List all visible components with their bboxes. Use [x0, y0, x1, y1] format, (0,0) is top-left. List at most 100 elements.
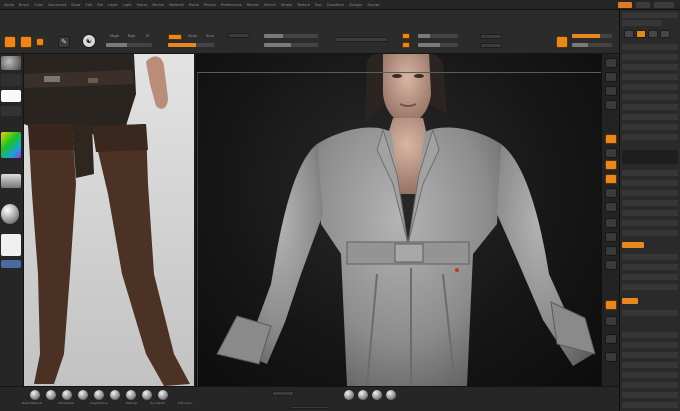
rgb-intensity-slider[interactable]	[106, 43, 152, 47]
subtool-item-1[interactable]	[622, 44, 678, 50]
menu-item-transform[interactable]: Transform	[327, 3, 344, 7]
persp-toggle[interactable]	[402, 33, 410, 39]
material-ball-3[interactable]	[62, 390, 72, 400]
frame-button[interactable]	[605, 218, 617, 228]
default-zscript-button[interactable]	[636, 1, 650, 8]
menu-item-zplugin[interactable]: Zplugin	[349, 3, 362, 7]
geometry-options-row-7[interactable]	[622, 264, 678, 270]
brush-ball-1[interactable]	[344, 390, 354, 400]
zcut-toggle[interactable]: Zcut	[206, 34, 214, 38]
geometry-level-row[interactable]	[622, 180, 678, 186]
menu-item-document[interactable]: Document	[48, 3, 66, 7]
subtool-item-5[interactable]	[622, 84, 678, 90]
aahalf-button[interactable]	[605, 148, 617, 158]
rotate-button[interactable]	[605, 260, 617, 270]
material-ball-9[interactable]	[158, 390, 168, 400]
subtool-item-3[interactable]	[622, 64, 678, 70]
menu-item-picture[interactable]: Picture	[204, 3, 216, 7]
menu-item-light[interactable]: Light	[123, 3, 132, 7]
zoom-button[interactable]	[605, 100, 617, 110]
subtool-header[interactable]	[622, 20, 662, 26]
subtool-list-slider[interactable]	[622, 150, 678, 164]
subtool-item-6[interactable]	[622, 94, 678, 100]
switch-color-button[interactable]	[1, 260, 21, 268]
tool-palette-header[interactable]	[622, 12, 678, 18]
menu-item-color[interactable]: Color	[34, 3, 43, 7]
mesh-field[interactable]	[480, 43, 502, 48]
subtool-field[interactable]	[480, 34, 502, 39]
bpr-button[interactable]	[605, 58, 617, 68]
subtool-item-9[interactable]	[622, 124, 678, 130]
material-ball-5[interactable]	[94, 390, 104, 400]
gradient-swatch[interactable]	[1, 174, 21, 188]
tool-subpalette-fibermesh[interactable]	[622, 372, 678, 378]
projection-master-button[interactable]	[4, 36, 16, 48]
spix-button[interactable]	[605, 72, 617, 82]
main-color-swatch[interactable]	[1, 204, 19, 224]
mrgb-toggle[interactable]: Mrgb	[110, 34, 119, 38]
z-intensity-slider[interactable]	[168, 43, 214, 47]
edit-icon[interactable]: ✎	[58, 36, 70, 48]
material-ball-7[interactable]	[126, 390, 136, 400]
focal-shift-field[interactable]	[228, 33, 250, 38]
menu-item-zscript[interactable]: Zscript	[367, 3, 379, 7]
actual-size-button[interactable]	[605, 134, 617, 144]
polyf-button[interactable]	[605, 300, 617, 310]
draw-icon[interactable]: ☯	[82, 34, 96, 48]
menu-item-edit[interactable]: Edit	[86, 3, 93, 7]
scroll-button[interactable]	[605, 86, 617, 96]
local-symmetry-button[interactable]	[556, 36, 568, 48]
menu-item-layer[interactable]: Layer	[108, 3, 118, 7]
menu-item-stroke[interactable]: Stroke	[281, 3, 292, 7]
xpose-button[interactable]	[605, 352, 617, 362]
subtool-item-2[interactable]	[622, 54, 678, 60]
brush-thumbnail[interactable]	[1, 56, 21, 70]
zadd-toggle[interactable]	[168, 34, 182, 40]
draw-size-slider[interactable]	[264, 34, 318, 38]
brush-ball-4[interactable]	[386, 390, 396, 400]
menu-item-render[interactable]: Render	[247, 3, 259, 7]
brush-ball-3[interactable]	[372, 390, 382, 400]
material-ball-6[interactable]	[110, 390, 120, 400]
material-ball-4[interactable]	[78, 390, 88, 400]
canvas-viewport[interactable]	[196, 54, 601, 386]
menu-item-stencil[interactable]: Stencil	[264, 3, 276, 7]
window-controls[interactable]	[654, 1, 674, 8]
tool-subpalette-layers[interactable]	[622, 362, 678, 368]
geometry-options-row-11[interactable]	[622, 310, 678, 316]
tool-subpalette-arraymesh[interactable]	[622, 342, 678, 348]
geometry-options-row-2[interactable]	[622, 210, 678, 216]
menu-item-movie[interactable]: Movie	[189, 3, 199, 7]
tool-subpalette-nanomesh[interactable]	[622, 352, 678, 358]
menu-item-macro[interactable]: Macro	[137, 3, 148, 7]
geometry-options-row-5[interactable]	[622, 242, 644, 248]
subtool-thumb-2[interactable]	[636, 30, 646, 38]
tool-subpalette-preview[interactable]	[622, 392, 678, 398]
local-button[interactable]	[605, 188, 617, 198]
menu-item-preferences[interactable]: Preferences	[221, 3, 242, 7]
focal-shift-slider[interactable]	[264, 43, 318, 47]
m-toggle[interactable]: M	[146, 34, 149, 38]
menu-item-tool[interactable]: Tool	[315, 3, 322, 7]
geometry-options-row-6[interactable]	[622, 254, 678, 260]
geometry-subdivide-row[interactable]	[622, 170, 678, 176]
geometry-options-row-10[interactable]	[622, 298, 638, 304]
stroke-thumbnail[interactable]	[1, 74, 21, 86]
material-ball-2[interactable]	[46, 390, 56, 400]
geometry-options-row-4[interactable]	[622, 230, 678, 236]
dynamic-field[interactable]	[334, 37, 388, 42]
subtool-thumb-1[interactable]	[624, 30, 634, 38]
subtool-item-4[interactable]	[622, 74, 678, 80]
material-ball-8[interactable]	[142, 390, 152, 400]
subtool-item-10[interactable]	[622, 134, 678, 140]
tool-subpalette-geometry-hd[interactable]	[622, 382, 678, 388]
subtool-thumb-4[interactable]	[660, 30, 670, 38]
geometry-dynamic-row[interactable]	[622, 190, 678, 196]
lightbox-button[interactable]	[20, 36, 32, 48]
tool-subpalette-geometry[interactable]	[622, 332, 678, 338]
brush-ball-2[interactable]	[358, 390, 368, 400]
menu-item-brush[interactable]: Brush	[19, 3, 29, 7]
persp-button[interactable]	[605, 160, 617, 170]
transp-button[interactable]	[605, 316, 617, 326]
texture-thumbnail[interactable]	[1, 106, 21, 116]
